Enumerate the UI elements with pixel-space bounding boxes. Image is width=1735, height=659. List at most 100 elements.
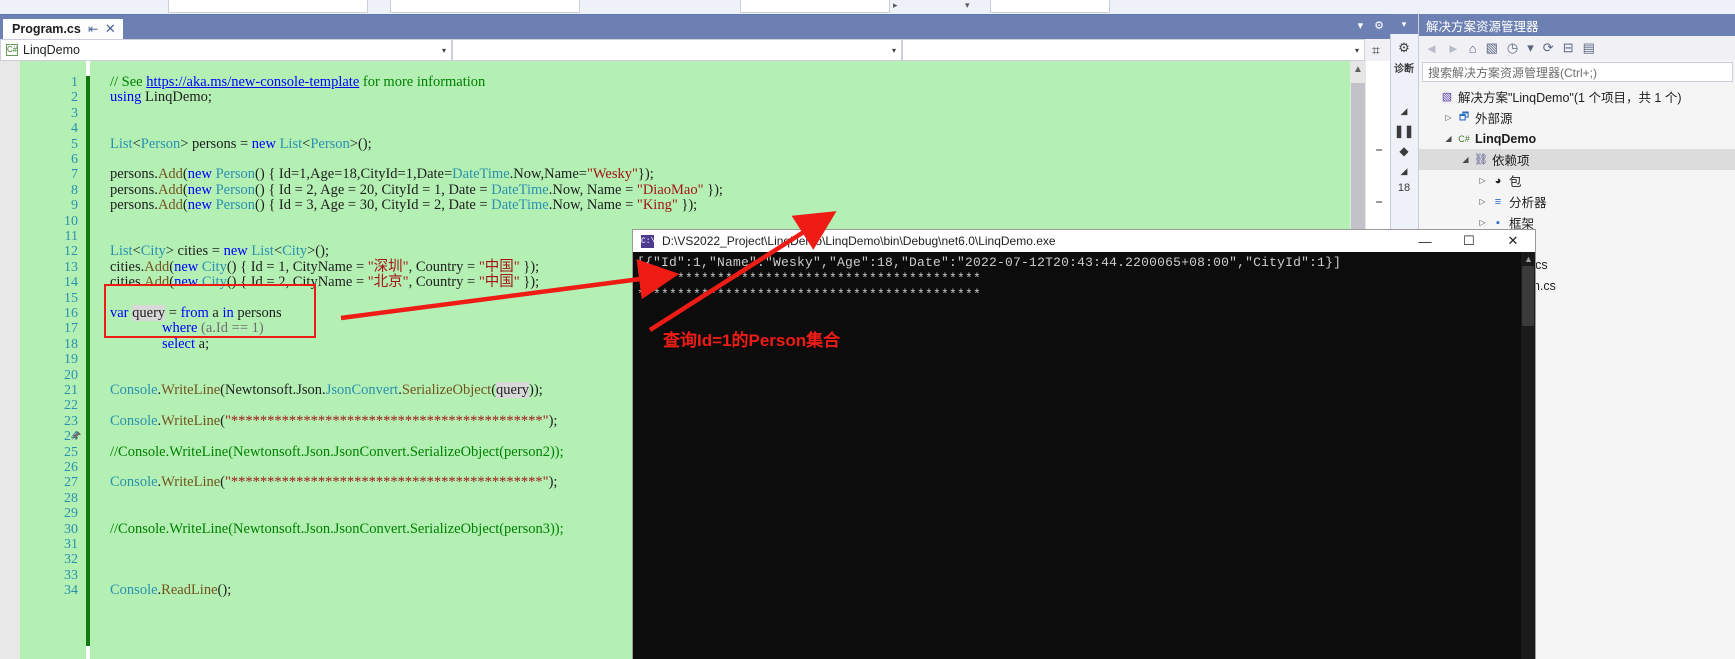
chevron-down-icon[interactable]: ▾ — [442, 46, 446, 55]
maximize-button[interactable]: ☐ — [1447, 230, 1491, 252]
code-token: using — [110, 89, 142, 106]
close-icon[interactable]: ✕ — [105, 21, 116, 37]
pause-icon[interactable]: ❚❚ — [1392, 124, 1416, 138]
gear-icon[interactable]: ⚙ — [1374, 19, 1384, 32]
diagnostics-gear-icon[interactable]: ⚙ — [1392, 40, 1416, 56]
properties-icon[interactable]: ▤ — [1583, 40, 1595, 56]
code-line[interactable]: persons.Add(new Person() { Id=1,Age=18,C… — [110, 167, 654, 182]
minimize-button[interactable]: — — [1403, 230, 1447, 252]
line-number: 31 — [64, 537, 78, 552]
code-line[interactable]: persons.Add(new Person() { Id = 3, Age =… — [110, 197, 697, 214]
diagnostics-collapse-icon-2[interactable]: ◢ — [1392, 166, 1416, 177]
tree-item-label: 外部源 — [1475, 112, 1513, 126]
line-number: 30 — [64, 521, 78, 537]
home-icon[interactable]: ⌂ — [1469, 41, 1477, 56]
console-window[interactable]: C:\ D:\VS2022_Project\LinqDemo\LinqDemo\… — [633, 230, 1535, 659]
console-title-text: D:\VS2022_Project\LinqDemo\LinqDemo\bin\… — [662, 234, 1056, 248]
refresh-icon[interactable]: ⟳ — [1543, 40, 1554, 56]
code-line[interactable]: persons.Add(new Person() { Id = 2, Age =… — [110, 181, 723, 198]
code-token: // See — [110, 74, 147, 90]
collapse-triangle-icon[interactable]: ◢ — [1442, 134, 1455, 143]
code-token: "***************************************… — [225, 474, 549, 491]
code-token: //Console.WriteLine(Newtonsoft.Json.Json… — [110, 443, 564, 460]
solution-explorer-toolbar: ◄ ► ⌂ ▧ ◷ ▾ ⟳ ⊟ ▤ — [1419, 36, 1735, 60]
code-line[interactable]: //Console.WriteLine(Newtonsoft.Json.Json… — [110, 521, 564, 537]
chevron-down-icon[interactable]: ▾ — [1358, 19, 1364, 32]
code-line[interactable]: List<Person> persons = new List<Person>(… — [110, 135, 372, 152]
top-toolbar-stub: ▸ ▾ — [0, 0, 1735, 14]
code-token: Person — [140, 135, 181, 152]
diagnostics-collapse-icon[interactable]: ◢ — [1392, 106, 1416, 117]
line-number: 16 — [64, 306, 78, 321]
code-line[interactable]: select a; — [162, 335, 210, 352]
pin-icon[interactable]: ⇥ — [88, 22, 98, 36]
tree-item-4[interactable]: ▷ ◕ 包 — [1419, 170, 1735, 191]
navbar-type-dropdown[interactable]: ▾ — [452, 39, 902, 61]
vs-ide-screenshot: ▸ ▾ Program.cs ⇥ ✕ ▾ ⚙ C# LinqDemo ▾ ▾ ▾… — [0, 0, 1735, 659]
expand-triangle-icon[interactable]: ▷ — [1476, 176, 1489, 185]
close-button[interactable]: ✕ — [1491, 230, 1535, 252]
code-line[interactable]: Console.WriteLine(Newtonsoft.Json.JsonCo… — [110, 382, 543, 398]
toolbar-combo-stub-4[interactable] — [990, 0, 1110, 13]
toolbar-combo-stub-3[interactable] — [740, 0, 890, 13]
console-scrollbar[interactable]: ▲ — [1521, 252, 1535, 659]
editor-tab-program-cs[interactable]: Program.cs ⇥ ✕ — [3, 17, 123, 39]
pending-changes-icon[interactable]: ◷ — [1507, 40, 1518, 56]
code-line[interactable]: using LinqDemo; — [110, 90, 212, 105]
scroll-up-icon[interactable]: ▲ — [1353, 64, 1363, 75]
chevron-down-icon[interactable]: ▾ — [1527, 40, 1534, 56]
line-number: 12 — [64, 244, 78, 260]
toolbar-combo-stub-2[interactable] — [390, 0, 580, 13]
code-token: }); — [519, 258, 540, 275]
code-token: (Newtonsoft.Json. — [220, 382, 326, 398]
collapse-triangle-icon[interactable]: ◢ — [1459, 155, 1472, 164]
chevron-down-icon[interactable]: ▾ — [1402, 19, 1407, 30]
code-line[interactable]: cities.Add(new City() { Id = 1, CityName… — [110, 258, 540, 275]
diamond-icon[interactable]: ◆ — [1392, 144, 1416, 158]
code-token: City — [140, 243, 166, 260]
code-line[interactable]: Console.WriteLine("*********************… — [110, 475, 557, 490]
code-line[interactable]: // See https://aka.ms/new-console-templa… — [110, 74, 485, 90]
code-line[interactable]: Console.ReadLine(); — [110, 582, 231, 599]
code-token: "DiaoMao" — [636, 181, 704, 198]
tree-item-0[interactable]: ▧ 解决方案"LinqDemo"(1 个项目，共 1 个) — [1419, 86, 1735, 107]
code-token: Console — [110, 582, 158, 599]
code-token: ReadLine — [161, 582, 218, 599]
search-input[interactable]: 搜索解决方案资源管理器(Ctrl+;) — [1422, 62, 1733, 82]
tree-item-5[interactable]: ▷ ≡ 分析器 — [1419, 191, 1735, 212]
toolbar-combo-stub-1[interactable] — [168, 0, 368, 13]
code-token: a; — [195, 335, 210, 352]
code-line[interactable]: List<City> cities = new List<City>(); — [110, 244, 329, 259]
split-window-icon[interactable]: ⌗ — [1365, 39, 1387, 61]
code-token: , Country = — [408, 258, 479, 275]
scrollbar-thumb[interactable] — [1522, 266, 1534, 326]
code-token: > persons = — [180, 135, 252, 152]
collapse-all-icon[interactable]: ⊟ — [1563, 40, 1574, 56]
tree-item-3[interactable]: ◢ ⛓ 依赖项 — [1419, 149, 1735, 170]
chevron-down-icon[interactable]: ▾ — [892, 46, 896, 55]
expand-triangle-icon[interactable]: ▷ — [1476, 218, 1489, 227]
code-line[interactable]: Console.WriteLine("*********************… — [110, 412, 558, 429]
tree-item-1[interactable]: ▷ 🗗 外部源 — [1419, 107, 1735, 128]
toolbar-play-icon[interactable]: ▸ — [893, 0, 898, 11]
code-token: Person — [215, 197, 256, 214]
expand-triangle-icon[interactable]: ▷ — [1476, 197, 1489, 206]
external-icon: 🗗 — [1458, 111, 1470, 123]
console-output[interactable]: [{"Id":1,"Name":"Wesky","Age":18,"Date":… — [633, 252, 1535, 659]
code-token: < — [273, 243, 283, 260]
console-title-bar[interactable]: C:\ D:\VS2022_Project\LinqDemo\LinqDemo\… — [633, 230, 1535, 252]
solution-icon[interactable]: ▧ — [1486, 40, 1498, 56]
breakpoint-glyph-icon[interactable]: 🖈 — [71, 427, 81, 446]
code-token: .Now,Name= — [509, 166, 587, 183]
chevron-down-icon[interactable]: ▾ — [1355, 46, 1359, 55]
solution-icon: ▧ — [1441, 91, 1453, 103]
expand-triangle-icon[interactable]: ▷ — [1442, 113, 1455, 122]
code-line[interactable]: //Console.WriteLine(Newtonsoft.Json.Json… — [110, 443, 564, 460]
line-number: 18 — [64, 336, 78, 352]
navbar-member-dropdown[interactable]: ▾ — [902, 39, 1365, 61]
navbar-project-dropdown[interactable]: C# LinqDemo ▾ — [0, 39, 452, 61]
scroll-up-icon[interactable]: ▲ — [1524, 254, 1533, 264]
code-token: ); — [548, 412, 558, 429]
toolbar-chevron-icon[interactable]: ▾ — [965, 0, 970, 11]
tree-item-2[interactable]: ◢ C# LinqDemo — [1419, 128, 1735, 149]
